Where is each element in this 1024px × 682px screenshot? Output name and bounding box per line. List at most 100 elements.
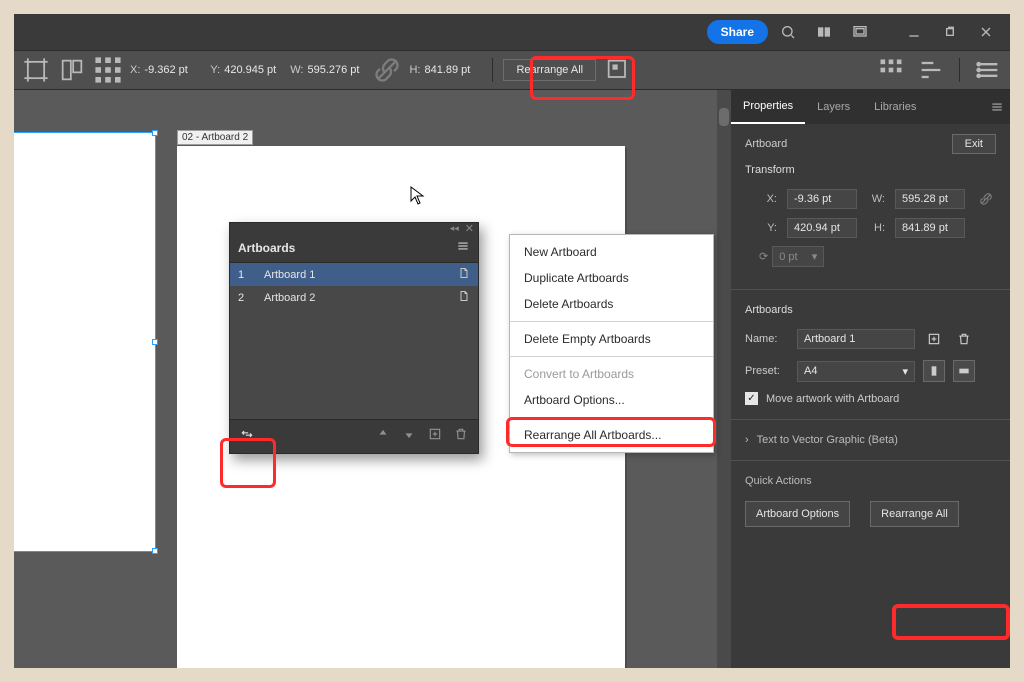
tab-layers[interactable]: Layers (805, 90, 862, 124)
h-field[interactable]: H: 841.89 pt (409, 64, 482, 76)
artboard-options-icon[interactable] (458, 290, 470, 305)
x-field[interactable]: X: -9.362 pt (130, 64, 202, 76)
reference-point-grid[interactable] (745, 188, 747, 216)
rotation-input[interactable]: 0 pt▾ (772, 246, 824, 267)
artboard-list-item[interactable]: 1 Artboard 1 (230, 263, 478, 286)
name-label: Name: (745, 333, 789, 345)
link-dimensions-icon[interactable] (975, 188, 997, 210)
artboard-1-selection[interactable] (14, 132, 156, 552)
reference-point-icon[interactable] (94, 56, 122, 84)
move-up-icon[interactable] (376, 427, 390, 446)
collapse-icon[interactable]: ◂◂ (450, 223, 459, 234)
minimize-icon[interactable] (898, 18, 930, 46)
artboard-options-icon[interactable] (604, 56, 632, 84)
artboard-name: Artboard 1 (264, 269, 446, 281)
h-label: H: (409, 64, 420, 76)
align-distribute-icon[interactable] (917, 56, 945, 84)
ty-label: Y: (759, 222, 777, 234)
artboard-options-icon[interactable] (458, 267, 470, 282)
trash-icon[interactable] (454, 427, 468, 446)
workspace-switch-icon[interactable] (844, 18, 876, 46)
tab-properties[interactable]: Properties (731, 90, 805, 124)
orientation-landscape-icon[interactable] (953, 360, 975, 382)
share-button[interactable]: Share (707, 20, 768, 44)
preset-value: A4 (804, 365, 817, 377)
more-options-icon[interactable] (974, 56, 1002, 84)
grid-layout-icon[interactable] (877, 56, 905, 84)
preset-label: Preset: (745, 365, 789, 377)
h-value[interactable]: 841.89 pt (424, 64, 482, 76)
control-bar: X: -9.362 pt Y: 420.945 pt W: 595.276 pt… (14, 50, 1010, 90)
menu-convert-to-artboards: Convert to Artboards (510, 361, 713, 387)
th-label: H: (867, 222, 885, 234)
rearrange-all-button[interactable]: Rearrange All (503, 59, 596, 81)
artboard-name-input[interactable] (797, 329, 915, 349)
cursor-icon (410, 186, 426, 211)
resize-handle[interactable] (152, 130, 158, 136)
menu-duplicate-artboards[interactable]: Duplicate Artboards (510, 265, 713, 291)
move-down-icon[interactable] (402, 427, 416, 446)
tx-label: X: (759, 193, 777, 205)
x-value[interactable]: -9.362 pt (144, 64, 202, 76)
preset-picker-icon[interactable] (58, 56, 86, 84)
panel-drag-handle[interactable]: ◂◂ ✕ (230, 223, 478, 233)
tab-libraries[interactable]: Libraries (862, 90, 928, 124)
move-artwork-label: Move artwork with Artboard (766, 393, 899, 405)
close-icon[interactable] (970, 18, 1002, 46)
artboards-panel-title: Artboards (238, 241, 295, 255)
transform-h-input[interactable] (895, 218, 965, 238)
transform-y-input[interactable] (787, 218, 857, 238)
new-artboard-icon[interactable] (923, 328, 945, 350)
preset-select[interactable]: A4 ▾ (797, 361, 915, 382)
menu-rearrange-all-artboards[interactable]: Rearrange All Artboards... (510, 422, 713, 448)
menu-artboard-options[interactable]: Artboard Options... (510, 387, 713, 413)
w-field[interactable]: W: 595.276 pt (290, 64, 365, 76)
exit-button[interactable]: Exit (952, 134, 996, 154)
menu-new-artboard[interactable]: New Artboard (510, 239, 713, 265)
close-panel-icon[interactable]: ✕ (465, 222, 474, 235)
quick-actions-title: Quick Actions (745, 475, 996, 487)
tw-label: W: (867, 193, 885, 205)
y-field[interactable]: Y: 420.945 pt (210, 64, 282, 76)
rearrange-all-button[interactable]: Rearrange All (870, 501, 959, 527)
app-window: Share X: -9.362 (14, 14, 1010, 668)
artboard-tool-icon[interactable] (22, 56, 50, 84)
artboard-2-label[interactable]: 02 - Artboard 2 (177, 130, 253, 145)
transform-w-input[interactable] (895, 189, 965, 209)
y-value[interactable]: 420.945 pt (224, 64, 282, 76)
artboards-section-title: Artboards (745, 304, 996, 316)
rearrange-all-icon[interactable] (240, 427, 254, 446)
artboard-index: 1 (238, 269, 252, 281)
artboard-list-item[interactable]: 2 Artboard 2 (230, 286, 478, 309)
resize-handle[interactable] (152, 339, 158, 345)
separator (492, 58, 493, 82)
selection-type-label: Artboard (745, 138, 787, 150)
chevron-right-icon: › (745, 434, 749, 446)
transform-section-title: Transform (745, 164, 996, 176)
restore-icon[interactable] (934, 18, 966, 46)
menu-delete-artboards[interactable]: Delete Artboards (510, 291, 713, 317)
new-artboard-icon[interactable] (428, 427, 442, 446)
panel-flyout-menu-icon[interactable] (456, 239, 470, 256)
arrange-documents-icon[interactable] (808, 18, 840, 46)
artboards-panel[interactable]: ◂◂ ✕ Artboards 1 Artboard 1 2 Artboard 2 (229, 222, 479, 454)
move-artwork-checkbox[interactable]: ✓ Move artwork with Artboard (745, 392, 996, 405)
scrollbar-thumb[interactable] (719, 108, 729, 126)
orientation-portrait-icon[interactable] (923, 360, 945, 382)
separator (959, 58, 960, 82)
w-value[interactable]: 595.276 pt (307, 64, 365, 76)
vertical-scrollbar[interactable] (717, 90, 731, 668)
artboard-index: 2 (238, 292, 252, 304)
rotation-label: ⟳ (759, 250, 768, 263)
checkbox-checked-icon: ✓ (745, 392, 758, 405)
artboard-options-button[interactable]: Artboard Options (745, 501, 850, 527)
link-dim-icon[interactable] (373, 56, 401, 84)
delete-artboard-icon[interactable] (953, 328, 975, 350)
search-icon[interactable] (772, 18, 804, 46)
text-to-vector-disclosure[interactable]: › Text to Vector Graphic (Beta) (745, 434, 996, 446)
resize-handle[interactable] (152, 548, 158, 554)
properties-panel: Properties Layers Libraries Artboard Exi… (731, 90, 1010, 668)
panel-menu-icon[interactable] (984, 100, 1010, 114)
transform-x-input[interactable] (787, 189, 857, 209)
menu-delete-empty-artboards[interactable]: Delete Empty Artboards (510, 326, 713, 352)
